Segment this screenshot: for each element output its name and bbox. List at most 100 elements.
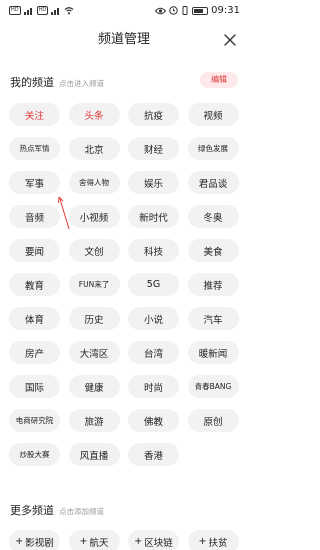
add-channel-chip[interactable]: + 影视剧 [9, 530, 60, 550]
channel-label: 健康 [84, 382, 104, 394]
channel-label: 视频 [203, 110, 223, 122]
my-channels-title: 我的频道 [10, 76, 54, 89]
channel-chip[interactable]: 台湾 [128, 341, 179, 364]
channel-label: 原创 [203, 416, 223, 428]
channel-label: 文创 [84, 246, 104, 258]
add-channel-chip[interactable]: + 扶贫 [187, 530, 239, 550]
channel-label: 音频 [24, 212, 44, 224]
channel-chip[interactable]: 青春BANG [187, 375, 239, 398]
channel-label: 国际 [24, 382, 44, 394]
channel-chip[interactable]: 绿色发展 [187, 137, 239, 160]
channel-chip[interactable]: 要闻 [9, 239, 60, 262]
channel-chip[interactable]: FUN来了 [68, 273, 120, 296]
channel-chip[interactable]: 房产 [9, 341, 60, 364]
channel-label: 娱乐 [143, 178, 163, 190]
channel-chip[interactable]: 音频 [9, 205, 60, 228]
channel-chip[interactable]: 风直播 [68, 443, 120, 466]
vibrate-icon [182, 6, 188, 15]
channel-chip[interactable]: 视频 [187, 103, 239, 126]
channel-label: 热点军情 [19, 144, 50, 153]
channel-label: 扶贫 [208, 537, 228, 549]
channel-chip[interactable]: 北京 [68, 137, 120, 160]
channel-chip[interactable]: 新时代 [128, 205, 179, 228]
channel-chip[interactable]: 暖新闻 [187, 341, 239, 364]
channel-label: 香港 [143, 450, 163, 462]
channel-chip[interactable]: 国际 [9, 375, 60, 398]
channel-chip[interactable]: 娱乐 [128, 171, 179, 194]
header: 频道管理 [0, 28, 248, 52]
my-channels-heading: 我的频道 点击进入频道 [10, 74, 104, 90]
edit-button[interactable]: 编辑 [200, 72, 238, 88]
plus-icon: + [198, 536, 207, 547]
channel-chip[interactable]: 热点军情 [9, 137, 60, 160]
channel-chip[interactable]: 科技 [128, 239, 179, 262]
channel-chip[interactable]: 抗疫 [128, 103, 179, 126]
wifi-icon [64, 7, 74, 15]
channel-label: 历史 [84, 314, 104, 326]
alarm-icon [169, 6, 178, 15]
channel-label: 体育 [24, 314, 44, 326]
channel-chip[interactable]: 财经 [128, 137, 179, 160]
channel-chip[interactable]: 旅游 [68, 409, 120, 432]
channel-chip[interactable]: 小视频 [68, 205, 120, 228]
channel-chip[interactable]: 小说 [128, 307, 179, 330]
channel-chip[interactable]: 汽车 [187, 307, 239, 330]
plus-icon: + [134, 536, 143, 547]
channel-chip[interactable]: 佛教 [128, 409, 179, 432]
channel-label: 台湾 [143, 348, 163, 360]
channel-chip[interactable]: 大湾区 [68, 341, 120, 364]
channel-label: 要闻 [24, 246, 44, 258]
channel-chip[interactable]: 冬奥 [187, 205, 239, 228]
more-channels-title: 更多频道 [10, 504, 54, 517]
channel-label: 电商研究院 [15, 416, 54, 425]
channel-chip[interactable]: 文创 [68, 239, 120, 262]
channel-chip[interactable]: 美食 [187, 239, 239, 262]
page-title: 频道管理 [97, 32, 150, 47]
channel-label: 北京 [84, 144, 104, 156]
channel-label: 小视频 [79, 212, 109, 224]
add-channel-chip[interactable]: + 航天 [68, 530, 120, 550]
channel-chip[interactable]: 5G [128, 273, 179, 296]
channel-label: 新时代 [139, 212, 168, 224]
channel-chip[interactable]: 推荐 [187, 273, 239, 296]
channel-chip[interactable]: 原创 [187, 409, 239, 432]
annotation-arrow [58, 196, 70, 230]
channel-label: 头条 [84, 110, 104, 122]
eye-comfort-icon [155, 7, 167, 14]
channel-chip[interactable]: 关注 [9, 103, 60, 126]
channel-chip[interactable]: 炒股大赛 [9, 443, 60, 466]
hd-badge: HD [9, 6, 21, 15]
channel-chip[interactable]: 历史 [68, 307, 120, 330]
channel-label: 军事 [24, 178, 44, 190]
channel-label: 教育 [24, 280, 44, 292]
channel-chip[interactable]: 头条 [68, 103, 120, 126]
channel-label: 舍得人物 [79, 178, 109, 187]
close-icon[interactable] [222, 32, 238, 48]
battery-icon [192, 6, 209, 15]
plus-icon: + [15, 536, 24, 547]
hd-badge-2: HD [36, 6, 49, 15]
channel-label: 财经 [143, 144, 163, 156]
channel-label: 青春BANG [194, 382, 232, 391]
channel-label: FUN来了 [78, 280, 110, 289]
channel-chip[interactable]: 时尚 [128, 375, 179, 398]
channel-label: 美食 [203, 246, 223, 258]
channel-label: 区块链 [144, 537, 173, 549]
channel-chip[interactable]: 电商研究院 [9, 409, 60, 432]
add-channel-chip[interactable]: + 区块链 [128, 530, 179, 550]
channel-chip[interactable]: 舍得人物 [68, 171, 120, 194]
status-time: 09:31 [211, 5, 240, 16]
channel-chip[interactable]: 军事 [9, 171, 60, 194]
channel-chip[interactable]: 君品谈 [187, 171, 239, 194]
channel-label: 航天 [89, 537, 109, 549]
channel-chip[interactable]: 体育 [9, 307, 60, 330]
status-bar: HD HD 09:31 [0, 0, 248, 22]
channel-chip[interactable]: 香港 [128, 443, 179, 466]
channel-chip[interactable]: 健康 [68, 375, 120, 398]
channel-label: 房产 [24, 348, 44, 360]
status-left: HD HD [9, 6, 74, 15]
channel-chip[interactable]: 教育 [9, 273, 60, 296]
status-right: 09:31 [155, 5, 240, 16]
channel-label: 影视剧 [25, 537, 54, 549]
signal-icon [23, 6, 34, 15]
